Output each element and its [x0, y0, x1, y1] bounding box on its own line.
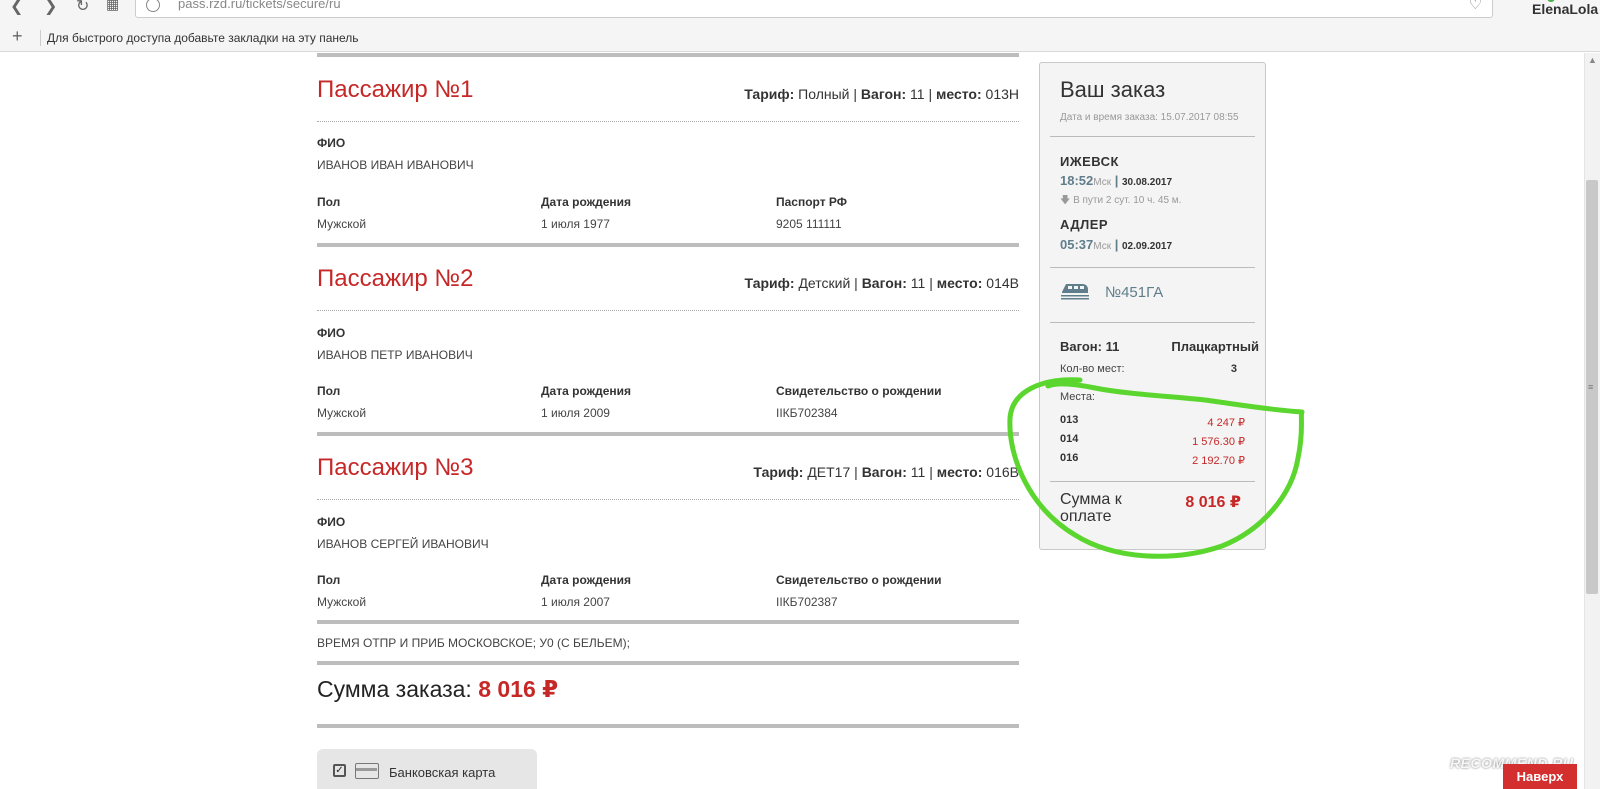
credit-card-icon: [355, 763, 379, 779]
divider: [317, 661, 1019, 665]
passenger-title: Пассажир №2: [317, 265, 474, 292]
passenger-tariff: Тариф: Полный | Вагон: 11 | место: 013Н: [744, 86, 1019, 102]
fio-value: ИВАНОВ СЕРГЕЙ ИВАНОВИЧ: [317, 537, 489, 551]
order-total: Сумма заказа: 8 016 ₽: [317, 676, 558, 703]
add-bookmark-icon[interactable]: +: [12, 26, 23, 47]
dob-label: Дата рождения: [541, 384, 632, 398]
order-note: ВРЕМЯ ОТПР И ПРИБ МОСКОВСКОЕ; У0 (С БЕЛЬ…: [317, 636, 630, 650]
train-icon: [1061, 284, 1089, 300]
seat-number: 013: [1060, 414, 1079, 426]
arrow-down-icon: 🡇: [1060, 195, 1071, 206]
doc-value: IIКБ702384: [776, 406, 838, 420]
sex-value: Мужской: [317, 406, 367, 420]
dob-value: 1 июля 2007: [541, 595, 610, 609]
doc-label: Паспорт РФ: [776, 195, 848, 209]
arrival-time: 05:37Мск | 02.09.2017: [1060, 237, 1173, 252]
dob-value: 1 июля 1977: [541, 217, 610, 231]
bookmark-divider: [40, 30, 41, 46]
sex-value: Мужской: [317, 595, 367, 609]
sex-label: Пол: [317, 573, 341, 587]
divider: [1050, 267, 1255, 268]
wagon-type: Плацкартный: [1171, 339, 1259, 354]
reload-icon[interactable]: ↻: [76, 0, 89, 16]
divider: [1050, 322, 1255, 323]
dob-label: Дата рождения: [541, 573, 632, 587]
fio-value: ИВАНОВ ИВАН ИВАНОВИЧ: [317, 158, 474, 172]
seat-price: 2 192.70 ₽: [1192, 455, 1245, 467]
order-summary-panel: Ваш заказ Дата и время заказа: 15.07.201…: [1039, 62, 1266, 550]
train-number: №451ГА: [1105, 284, 1164, 301]
divider: [1050, 136, 1255, 137]
arrival-city: АДЛЕР: [1060, 217, 1109, 232]
fio-label: ФИО: [317, 136, 346, 150]
fio-label: ФИО: [317, 326, 346, 340]
order-date: Дата и время заказа: 15.07.2017 08:55: [1060, 112, 1239, 123]
passenger-title: Пассажир №1: [317, 76, 474, 103]
back-icon[interactable]: ❮: [10, 0, 23, 16]
wagon-number: Вагон: 11: [1060, 339, 1120, 354]
divider: [317, 243, 1019, 247]
seat-number: 016: [1060, 452, 1079, 464]
heart-icon[interactable]: ♡: [1469, 0, 1482, 13]
divider: [317, 53, 1019, 57]
seat-number: 014: [1060, 433, 1079, 445]
divider: [317, 620, 1019, 624]
places-label: Места:: [1060, 391, 1095, 403]
seat-price: 4 247 ₽: [1207, 417, 1245, 429]
sex-label: Пол: [317, 384, 341, 398]
dob-value: 1 июля 2009: [541, 406, 610, 420]
seat-price: 1 576.30 ₽: [1192, 436, 1245, 448]
payment-method-label: Банковская карта: [389, 765, 496, 780]
divider: [317, 432, 1019, 436]
seats-count-label: Кол-во мест:: [1060, 363, 1125, 375]
sum-to-pay-label: Сумма к оплате: [1060, 491, 1122, 525]
order-title: Ваш заказ: [1060, 77, 1166, 102]
doc-value: 9205 111111: [776, 217, 842, 231]
sum-to-pay-value: 8 016 ₽: [1185, 494, 1241, 511]
sex-value: Мужской: [317, 217, 367, 231]
doc-value: IIКБ702387: [776, 595, 838, 609]
passenger-tariff: Тариф: ДЕТ17 | Вагон: 11 | место: 016В: [753, 464, 1019, 480]
dotted-divider: [317, 121, 1019, 122]
departure-time: 18:52Мск | 30.08.2017: [1060, 173, 1173, 188]
passenger-title: Пассажир №3: [317, 454, 474, 481]
seats-count-value: 3: [1230, 363, 1237, 375]
passenger-tariff: Тариф: Детский | Вагон: 11 | место: 014В: [744, 275, 1019, 291]
divider: [317, 724, 1019, 728]
doc-label: Свидетельство о рождении: [776, 384, 942, 398]
sex-label: Пол: [317, 195, 341, 209]
scroll-grip-icon: ≡: [1588, 382, 1594, 392]
order-total-value: 8 016 ₽: [478, 676, 559, 702]
doc-label: Свидетельство о рождении: [776, 573, 942, 587]
url-text[interactable]: pass.rzd.ru/tickets/secure/ru: [178, 0, 341, 11]
bookmarks-hint: Для быстрого доступа добавьте закладки н…: [47, 31, 359, 45]
fio-value: ИВАНОВ ПЕТР ИВАНОВИЧ: [317, 348, 473, 362]
globe-icon: [146, 0, 160, 12]
dotted-divider: [317, 499, 1019, 500]
travel-duration: 🡇 В пути 2 сут. 10 ч. 45 м.: [1060, 195, 1182, 206]
departure-city: ИЖЕВСК: [1060, 154, 1119, 169]
profile-name[interactable]: ElenaLola: [1532, 1, 1598, 17]
payment-method-tab[interactable]: ✓ Банковская карта: [317, 749, 537, 789]
dotted-divider: [317, 310, 1019, 311]
browser-toolbar: ❮ ❯ ↻ ▦ pass.rzd.ru/tickets/secure/ru ♡ …: [0, 0, 1600, 52]
tabs-grid-icon[interactable]: ▦: [106, 0, 119, 13]
forward-icon[interactable]: ❯: [44, 0, 57, 16]
scroll-up-icon[interactable]: ▲: [1588, 55, 1597, 65]
checkbox-icon[interactable]: ✓: [333, 764, 346, 777]
address-bar[interactable]: pass.rzd.ru/tickets/secure/ru ♡: [135, 0, 1493, 18]
dob-label: Дата рождения: [541, 195, 632, 209]
back-to-top-button[interactable]: Наверх: [1503, 764, 1577, 789]
fio-label: ФИО: [317, 515, 346, 529]
divider: [1050, 481, 1255, 482]
order-total-label: Сумма заказа:: [317, 676, 472, 702]
